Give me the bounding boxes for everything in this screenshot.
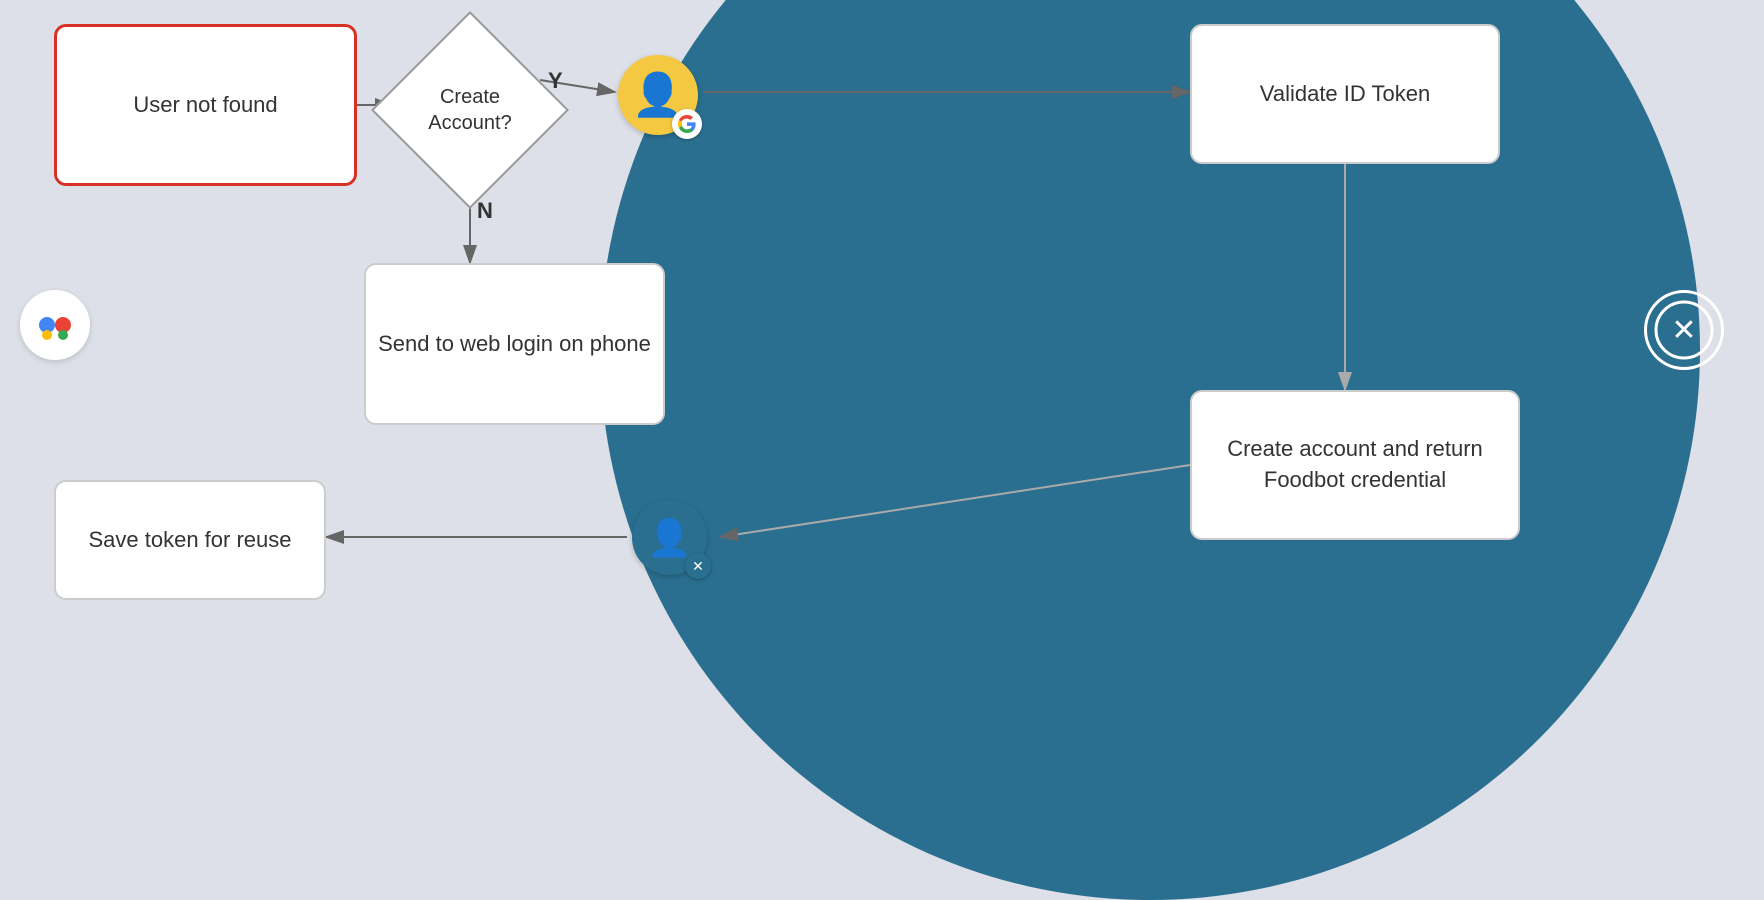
foodbot-user-icon-bottom: 👤 ✕: [627, 495, 712, 580]
no-label: N: [477, 198, 493, 224]
foodbot-right-icon: ✕: [1644, 290, 1734, 380]
google-assistant-icon: [20, 290, 100, 370]
svg-text:✕: ✕: [1671, 314, 1696, 347]
save-token-box: Save token for reuse: [54, 480, 326, 600]
send-to-web-box: Send to web login on phone: [364, 263, 665, 425]
google-user-icon-top: 👤: [613, 50, 703, 140]
foodbot-circle-icon: ✕: [1644, 290, 1724, 370]
user-not-found-box: User not found: [54, 24, 357, 186]
save-token-label: Save token for reuse: [88, 525, 291, 556]
google-g-badge: [672, 109, 702, 139]
send-to-web-label: Send to web login on phone: [378, 329, 651, 360]
diagram-container: User not found CreateAccount? Y N Send t…: [0, 0, 1764, 670]
create-account-return-label: Create account and return Foodbot creden…: [1192, 434, 1518, 496]
foodbot-avatar-circle: 👤 ✕: [632, 500, 707, 575]
create-account-diamond-container: CreateAccount?: [390, 20, 550, 200]
validate-id-box: Validate ID Token: [1190, 24, 1500, 164]
user-not-found-label: User not found: [133, 90, 277, 121]
create-account-box: Create account and return Foodbot creden…: [1190, 390, 1520, 540]
person-icon: 👤: [632, 74, 684, 116]
ga-icon-circle: [20, 290, 90, 360]
fork-badge: ✕: [685, 553, 711, 579]
user-avatar-circle: 👤: [618, 55, 698, 135]
yes-label: Y: [548, 68, 563, 94]
validate-id-label: Validate ID Token: [1260, 79, 1430, 110]
person-icon-foodbot: 👤: [647, 517, 692, 559]
create-account-label: CreateAccount?: [428, 84, 511, 136]
